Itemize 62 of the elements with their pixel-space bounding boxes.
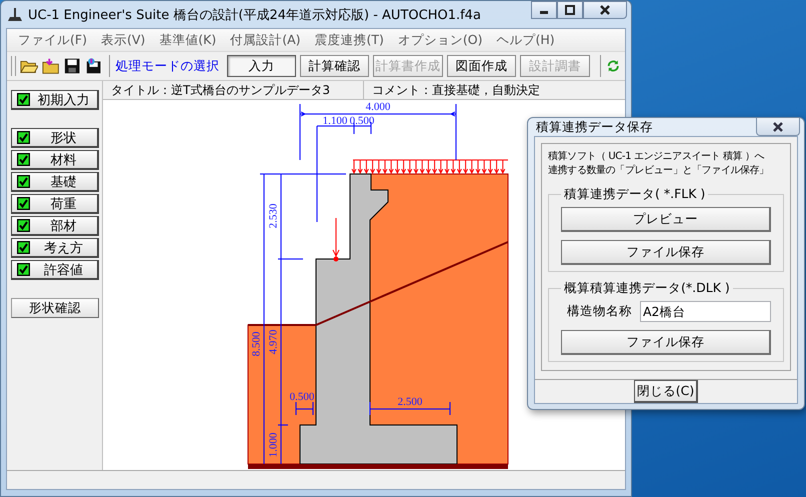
description-text: 積算ソフト（ UC-1 エンジニアスイート 積算 ）へ 連携する数量の「プレビュー」と「ファイル保存」 <box>548 150 770 178</box>
dialog-button[interactable]: ファイル保存 <box>561 240 771 265</box>
checkbox[interactable] <box>17 131 30 144</box>
save-icon[interactable] <box>64 57 81 75</box>
app-icon <box>7 6 23 22</box>
group-title: 概算積算連携データ(*.DLK ) <box>563 280 731 297</box>
menu-item[interactable]: 付属設計(A) <box>223 32 308 48</box>
sidebar-button[interactable]: 部材 <box>11 216 99 236</box>
field-label: 構造物名称 <box>567 303 632 320</box>
close-dialog-button[interactable]: 閉じる(C) <box>634 380 698 403</box>
structure-name-field[interactable]: A2橋台 <box>640 301 771 322</box>
group-title: 積算連携データ( *.FLK ) <box>563 186 706 203</box>
mode-button[interactable]: 計算確認 <box>300 55 370 77</box>
checkbox[interactable] <box>17 93 30 106</box>
dialog-button[interactable]: ファイル保存 <box>561 330 771 355</box>
maximize-icon <box>564 5 576 15</box>
dimension-label: 8.500 <box>250 332 263 356</box>
dimension-label: 2.530 <box>268 204 280 228</box>
sidebar-button[interactable]: 荷重 <box>11 194 99 214</box>
close-icon <box>772 122 784 132</box>
dimension-label: 1.100 <box>322 115 348 127</box>
checkbox[interactable] <box>17 263 30 276</box>
dimension-label: 4.970 <box>268 330 280 354</box>
dimension-label: 2.500 <box>398 396 422 408</box>
dialog-button[interactable]: プレビュー <box>561 207 771 232</box>
minimize-button[interactable] <box>531 1 557 19</box>
drawing-title: タイトル：逆T式橋台のサンプルデータ3 <box>103 81 364 99</box>
window-title: UC-1 Engineer's Suite 橋台の設計(平成24年道示対応版) - AUTOCHO1.f4a <box>28 6 482 24</box>
menu-item[interactable]: ヘルプ(H) <box>490 32 562 48</box>
dialog-title: 積算連携データ保存 <box>536 118 654 136</box>
menu-item[interactable]: ファイル(F) <box>11 32 94 48</box>
sidebar-button[interactable]: 形状 <box>11 128 99 148</box>
close-button[interactable] <box>756 118 800 136</box>
sidebar-button[interactable]: 材料 <box>11 150 99 170</box>
folder-icon[interactable] <box>42 57 60 75</box>
dimension-label: 0.500 <box>350 115 374 127</box>
checkbox[interactable] <box>17 219 30 232</box>
checkbox[interactable] <box>17 197 30 210</box>
checkbox[interactable] <box>17 241 30 254</box>
sidebar-button[interactable]: 許容値 <box>11 260 99 280</box>
sidebar-button[interactable]: 初期入力 <box>11 90 99 110</box>
dimension-label: 0.500 <box>290 391 314 403</box>
dimension-label: 1.000 <box>268 432 280 458</box>
checkbox[interactable] <box>17 175 30 188</box>
mode-label: 処理モードの選択 <box>116 58 220 74</box>
drawing-comment: コメント：直接基礎，自動決定 <box>371 82 541 99</box>
sidebar-button[interactable]: 考え方 <box>11 238 99 258</box>
mode-button[interactable]: 図面作成 <box>446 55 516 77</box>
close-button[interactable] <box>583 1 627 19</box>
shape-check-button[interactable]: 形状確認 <box>11 298 99 318</box>
menu-item[interactable]: 基準値(K) <box>152 32 224 48</box>
dimension-label: 4.000 <box>366 101 390 113</box>
sidebar-button[interactable]: 基礎 <box>11 172 99 192</box>
maximize-button[interactable] <box>557 1 583 19</box>
close-icon <box>599 5 611 15</box>
floppy-icon[interactable] <box>84 57 103 75</box>
checkbox[interactable] <box>17 153 30 166</box>
mode-button[interactable]: 入力 <box>226 55 296 77</box>
load-arrow <box>332 218 340 262</box>
menu-item[interactable]: 表示(V) <box>94 32 152 48</box>
menu-item[interactable]: 震度連携(T) <box>308 32 391 48</box>
menu-item[interactable]: オプション(O) <box>390 32 490 48</box>
